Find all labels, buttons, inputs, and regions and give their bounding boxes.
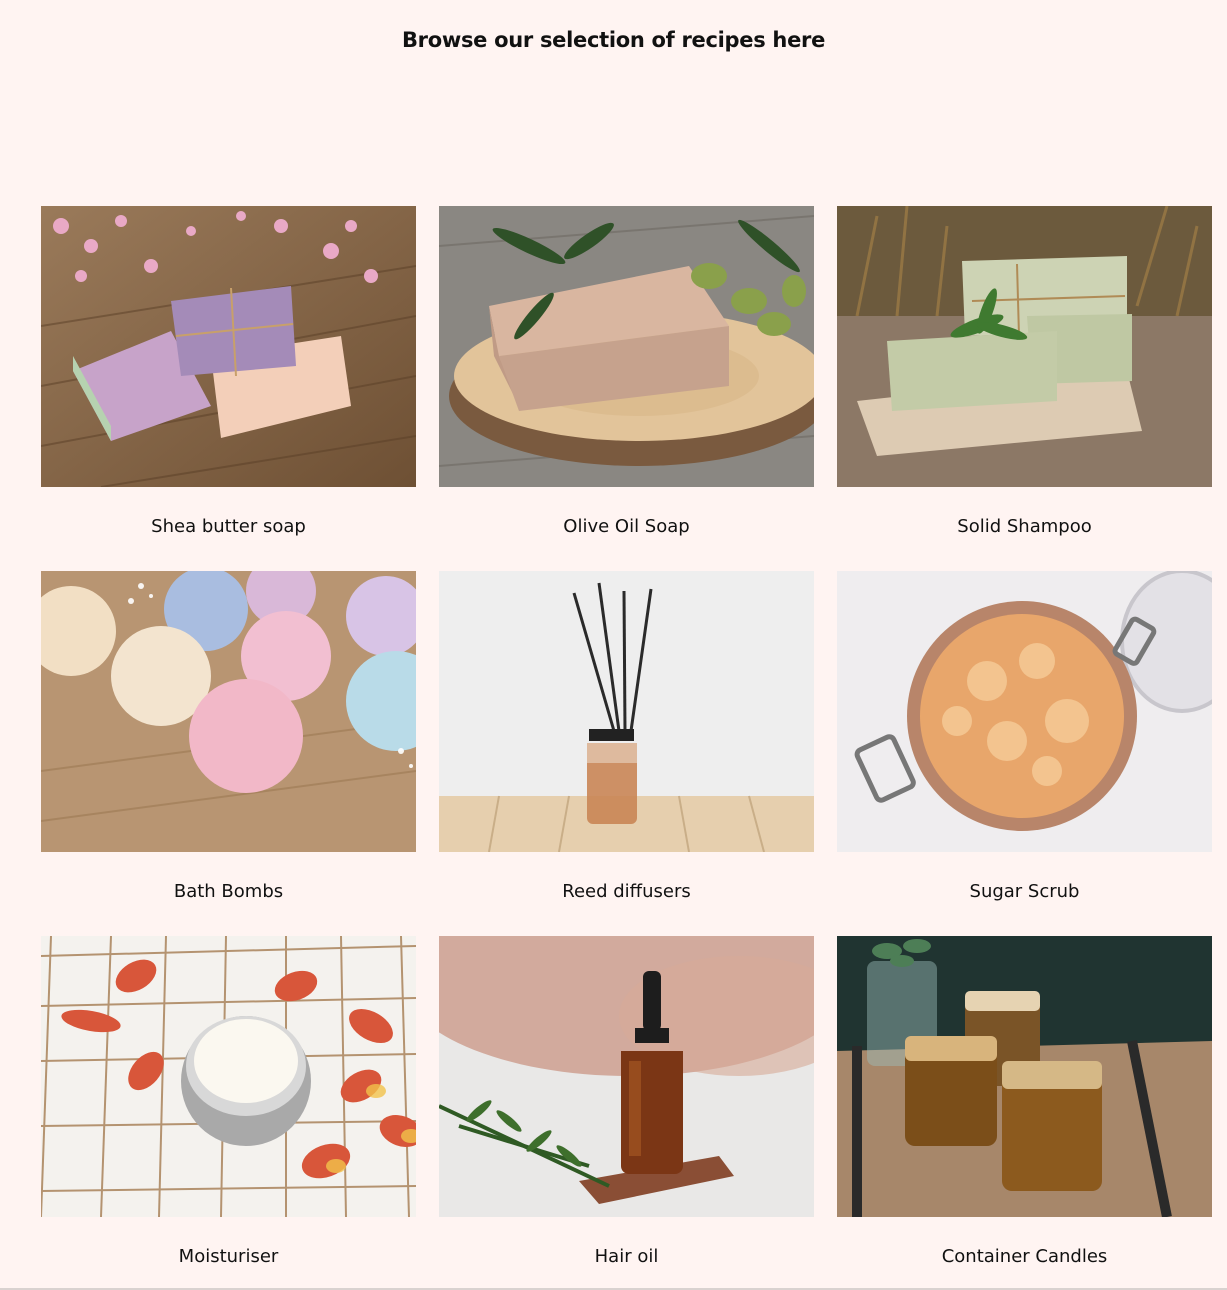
- recipe-label: Moisturiser: [178, 1246, 279, 1267]
- recipe-card-bath-bombs[interactable]: Bath Bombs: [41, 571, 416, 936]
- recipe-card-container-candles[interactable]: Container Candles: [837, 936, 1212, 1290]
- page-title: Browse our selection of recipes here: [401, 28, 826, 52]
- sugar-scrub-image: [837, 571, 1212, 852]
- recipe-card-reed-diffusers[interactable]: Reed diffusers: [439, 571, 814, 936]
- recipe-card-solid-shampoo[interactable]: Solid Shampoo: [837, 206, 1212, 571]
- olive-oil-soap-image: [439, 206, 814, 487]
- recipe-label: Bath Bombs: [173, 881, 284, 902]
- recipe-card-hair-oil[interactable]: Hair oil: [439, 936, 814, 1290]
- recipe-label: Solid Shampoo: [957, 516, 1092, 537]
- container-candles-image: [837, 936, 1212, 1217]
- reed-diffusers-image: [439, 571, 814, 852]
- moisturiser-image: [41, 936, 416, 1217]
- recipe-label: Sugar Scrub: [969, 881, 1080, 902]
- recipe-grid: Shea butter soap Olive Oil Soap Solid Sh…: [41, 206, 1212, 1290]
- recipe-label: Olive Oil Soap: [563, 516, 690, 537]
- recipe-card-shea-butter-soap[interactable]: Shea butter soap: [41, 206, 416, 571]
- recipe-label: Reed diffusers: [562, 881, 691, 902]
- shea-butter-soap-image: [41, 206, 416, 487]
- recipe-card-olive-oil-soap[interactable]: Olive Oil Soap: [439, 206, 814, 571]
- bath-bombs-image: [41, 571, 416, 852]
- recipe-card-moisturiser[interactable]: Moisturiser: [41, 936, 416, 1290]
- hair-oil-image: [439, 936, 814, 1217]
- recipes-page: Browse our selection of recipes here She…: [0, 0, 1227, 1290]
- recipe-label: Container Candles: [941, 1246, 1108, 1267]
- recipe-label: Hair oil: [594, 1246, 659, 1267]
- recipe-card-sugar-scrub[interactable]: Sugar Scrub: [837, 571, 1212, 936]
- solid-shampoo-image: [837, 206, 1212, 487]
- recipe-label: Shea butter soap: [151, 516, 306, 537]
